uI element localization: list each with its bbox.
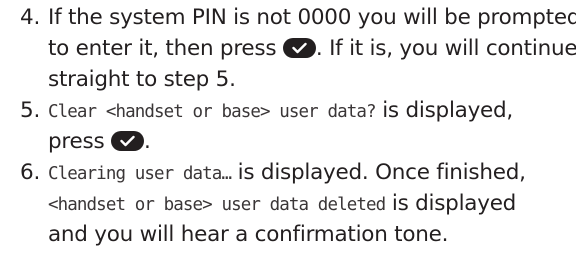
display-message: Clearing user data… <box>48 164 232 184</box>
step-number: 5. <box>20 98 41 123</box>
checkmark-icon <box>120 135 135 147</box>
step-text-line: to enter it, then press . If it is, you … <box>48 34 576 64</box>
step-text-line: If the system PIN is not 0000 you will b… <box>48 3 576 33</box>
step-text: to enter it, then press <box>48 36 283 61</box>
step-text: straight to step 5. <box>48 67 236 92</box>
step-text-line: press . <box>48 127 151 157</box>
display-message: <handset or base> user data deleted <box>48 195 386 215</box>
step-text-line: and you will hear a confirmation tone. <box>48 220 448 250</box>
step-number: 4. <box>20 5 41 30</box>
step-text-line: Clear <handset or base> user data? is di… <box>48 96 513 127</box>
step-text-line: Clearing user data… is displayed. Once f… <box>48 158 526 189</box>
instruction-steps: 4. If the system PIN is not 0000 you wil… <box>0 0 576 268</box>
step-text-line: <handset or base> user data deleted is d… <box>48 189 516 220</box>
checkmark-icon <box>292 42 307 54</box>
confirm-button-icon <box>110 131 144 151</box>
confirm-button-icon <box>282 38 316 58</box>
step-text: If the system PIN is not 0000 you will b… <box>48 5 576 30</box>
step-text: is displayed, <box>375 98 514 123</box>
step-text: . If it is, you will continue <box>315 36 576 61</box>
step-text: . <box>143 129 151 154</box>
step-text: press <box>48 129 111 154</box>
display-message: Clear <handset or base> user data? <box>48 102 377 122</box>
step-text: and you will hear a confirmation tone. <box>48 222 449 247</box>
step-text-line: straight to step 5. <box>48 65 236 95</box>
step-text: is displayed <box>385 191 517 216</box>
step-text: is displayed. Once finished, <box>231 160 526 185</box>
step-number: 6. <box>20 160 41 185</box>
